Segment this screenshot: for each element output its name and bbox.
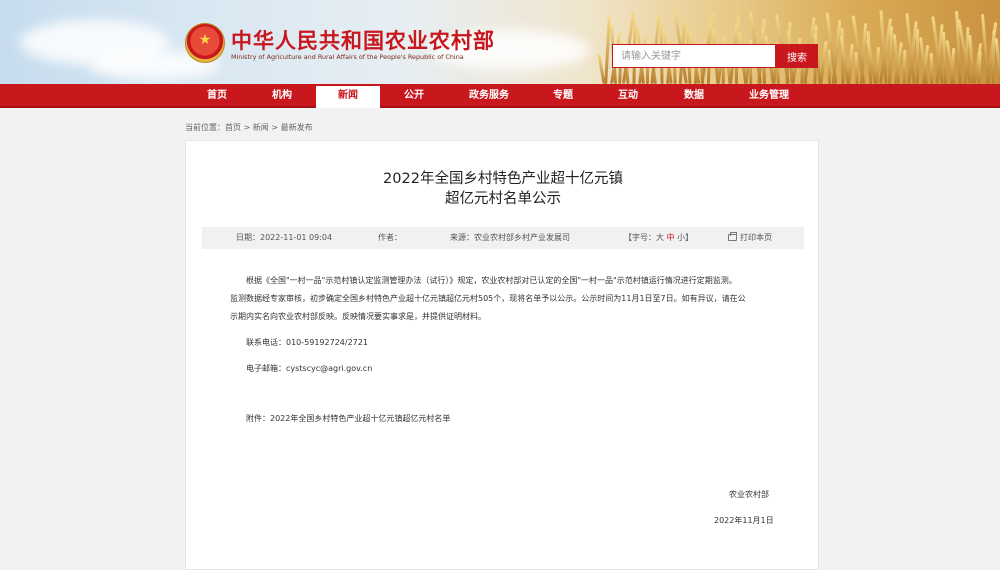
wheat-stalk — [902, 49, 907, 84]
site-subtitle: Ministry of Agriculture and Rural Affair… — [231, 53, 464, 61]
emblem-star: ★ — [198, 32, 212, 48]
contact-email: 电子邮箱：cystscyc@agri.gov.cn — [246, 364, 373, 373]
search-input[interactable] — [612, 44, 776, 68]
wheat-stalk — [994, 37, 1000, 84]
meta-date: 日期：2022-11-01 09:04 — [236, 227, 332, 249]
font-size-control: 【字号：大 中 小】 — [624, 227, 693, 249]
article-title-line1: 2022年全国乡村特色产业超十亿元镇 — [383, 171, 623, 187]
font-size-end: 】 — [685, 233, 694, 242]
search-button[interactable]: 搜索 — [776, 44, 818, 68]
font-size-medium[interactable]: 中 — [667, 233, 675, 242]
nav-item-data[interactable]: 数据 — [667, 84, 721, 108]
signature-org: 农业农村部 — [729, 490, 769, 499]
site-title[interactable]: 中华人民共和国农业农村部 — [231, 25, 495, 55]
article-meta-bar: 日期：2022-11-01 09:04 作者： 来源：农业农村部乡村产业发展司 … — [202, 227, 804, 249]
national-emblem-icon[interactable]: ★ — [185, 23, 225, 63]
nav-item-organization[interactable]: 机构 — [255, 84, 309, 108]
date-value: 2022-11-01 09:04 — [260, 233, 333, 242]
nav-item-interaction[interactable]: 互动 — [601, 84, 655, 108]
wheat-stalk — [977, 50, 982, 84]
nav-item-business-management[interactable]: 业务管理 — [738, 84, 800, 108]
source-value: 农业农村部乡村产业发展司 — [474, 233, 570, 242]
nav-item-public[interactable]: 公开 — [387, 84, 441, 108]
breadcrumb-news[interactable]: 新闻 — [253, 123, 269, 132]
print-label: 打印本页 — [740, 233, 772, 242]
font-size-small[interactable]: 小 — [677, 233, 685, 242]
contact-phone: 联系电话：010-59192724/2721 — [246, 338, 368, 347]
nav-item-government-services[interactable]: 政务服务 — [458, 84, 520, 108]
body-line: 示期内实名向农业农村部反映。反映情况要实事求是，并提供证明材料。 — [230, 312, 486, 321]
meta-source: 来源：农业农村部乡村产业发展司 — [450, 227, 570, 249]
body-line: 监测数据经专家审核，初步确定全国乡村特色产业超十亿元镇超亿元村505个，现将名单… — [230, 294, 746, 303]
source-label: 来源： — [450, 233, 474, 242]
meta-author-label: 作者： — [378, 233, 402, 242]
breadcrumb-prefix: 当前位置： — [185, 123, 225, 132]
header-banner: ★ 中华人民共和国农业农村部 Ministry of Agriculture a… — [0, 0, 1000, 84]
breadcrumb: 当前位置：首页 > 新闻 > 最新发布 — [185, 122, 313, 133]
signature-date: 2022年11月1日 — [714, 516, 774, 525]
font-size-label: 【字号： — [624, 233, 656, 242]
article-title-line2: 超亿元村名单公示 — [445, 191, 561, 207]
date-label: 日期： — [236, 233, 260, 242]
wheat-stalk — [847, 43, 854, 84]
main-nav: 首页 机构 新闻 公开 政务服务 专题 互动 数据 业务管理 — [0, 84, 1000, 108]
nav-item-home[interactable]: 首页 — [190, 84, 244, 108]
nav-item-topics[interactable]: 专题 — [536, 84, 590, 108]
breadcrumb-separator: > — [268, 123, 281, 132]
wheat-stalk — [819, 40, 828, 84]
attachment-link[interactable]: 附件：2022年全国乡村特色产业超十亿元镇超亿元村名单 — [246, 413, 450, 424]
breadcrumb-latest[interactable]: 最新发布 — [281, 123, 313, 132]
font-size-large[interactable]: 大 — [656, 233, 664, 242]
print-button[interactable]: 打印本页 — [728, 227, 772, 249]
body-line: 根据《全国"一村一品"示范村镇认定监测管理办法（试行）》规定，农业农村部对已认定… — [246, 276, 737, 285]
article-panel: 2022年全国乡村特色产业超十亿元镇 超亿元村名单公示 日期：2022-11-0… — [185, 140, 819, 570]
nav-item-news[interactable]: 新闻 — [316, 84, 380, 108]
wheat-stalk — [929, 52, 934, 84]
breadcrumb-separator: > — [241, 123, 253, 132]
breadcrumb-home[interactable]: 首页 — [225, 123, 241, 132]
printer-icon — [728, 232, 737, 241]
